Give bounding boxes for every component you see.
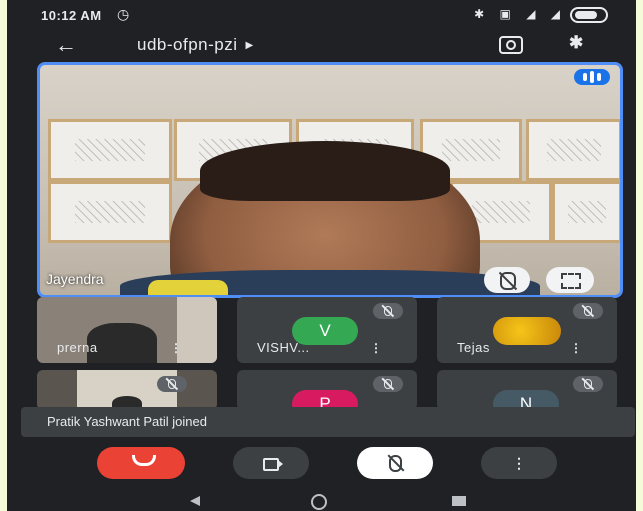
system-nav-bar	[7, 491, 636, 511]
mic-toggle-button[interactable]	[357, 447, 433, 479]
more-vertical-icon: ⋮	[512, 455, 526, 471]
fullscreen-icon	[561, 273, 581, 289]
main-speaker-video[interactable]: Jayendra	[37, 62, 623, 298]
wall-frame	[526, 119, 620, 181]
participant-tile-n[interactable]: N	[437, 370, 617, 410]
mic-off-icon	[157, 376, 187, 392]
mic-off-icon	[573, 303, 603, 319]
end-call-icon	[132, 455, 156, 466]
status-time: 10:12 AM	[41, 8, 102, 23]
mute-participant-button[interactable]	[484, 267, 530, 293]
participant-tile-prerna[interactable]: prerna ⋮	[37, 297, 217, 363]
wall-frame	[48, 119, 172, 181]
tile-name: VISHV...	[257, 340, 310, 355]
camera-icon	[263, 458, 283, 471]
toast-message: Pratik Yashwant Patil joined	[47, 414, 207, 429]
fullscreen-button[interactable]	[546, 267, 594, 293]
avatar	[493, 317, 561, 345]
nav-back-icon[interactable]	[190, 496, 200, 506]
more-options-button[interactable]: ⋮	[481, 447, 557, 479]
meeting-code-button[interactable]: udb-ofpn-pzi ▶	[137, 35, 254, 55]
mic-off-icon	[500, 272, 516, 290]
tile-name: prerna	[57, 340, 98, 355]
participant-video	[177, 297, 217, 363]
battery-icon	[570, 7, 608, 23]
mic-off-icon	[373, 376, 403, 392]
participant-tile-tejas[interactable]: Tejas ⋮	[437, 297, 617, 363]
system-icons: ✱ ▣ ◢ ◢	[474, 7, 608, 23]
speaking-indicator-icon	[574, 69, 610, 85]
tile-menu-icon[interactable]: ⋮	[570, 341, 582, 355]
switch-camera-icon[interactable]	[499, 36, 523, 54]
status-bar: 10:12 AM ◷ ✱ ▣ ◢ ◢	[7, 0, 636, 34]
alarm-icon: ◷	[117, 6, 130, 22]
back-arrow-icon[interactable]: ←	[55, 32, 77, 58]
wall-frame	[552, 181, 620, 243]
tile-menu-icon[interactable]: ⋮	[370, 341, 382, 355]
camera-toggle-button[interactable]	[233, 447, 309, 479]
tile-name: Tejas	[457, 340, 490, 355]
nav-recents-icon[interactable]	[452, 496, 466, 506]
meeting-code: udb-ofpn-pzi	[137, 35, 238, 54]
meeting-info-arrow-icon: ▶	[245, 40, 254, 52]
meeting-top-bar: ← udb-ofpn-pzi ▶ ✱	[7, 30, 636, 62]
mic-off-icon	[389, 455, 402, 472]
tile-menu-icon[interactable]: ⋮	[170, 341, 182, 355]
speaker-name-label: Jayendra	[46, 271, 104, 287]
nav-home-icon[interactable]	[311, 494, 327, 510]
participant-tile-vishv[interactable]: V VISHV... ⋮	[237, 297, 417, 363]
participant-tile-p[interactable]: P	[237, 370, 417, 410]
speaker-collar	[148, 280, 228, 295]
mic-off-icon	[373, 303, 403, 319]
meet-app: 10:12 AM ◷ ✱ ▣ ◢ ◢ ← udb-ofpn-pzi ▶ ✱ Ja…	[7, 0, 636, 511]
bluetooth-icon[interactable]: ✱	[569, 33, 583, 53]
mic-off-icon	[573, 376, 603, 392]
speaker-hair	[200, 141, 450, 201]
join-notification-toast: Pratik Yashwant Patil joined	[21, 407, 635, 437]
wall-frame	[48, 181, 172, 243]
participant-tile-4[interactable]	[37, 370, 217, 410]
end-call-button[interactable]	[97, 447, 185, 479]
